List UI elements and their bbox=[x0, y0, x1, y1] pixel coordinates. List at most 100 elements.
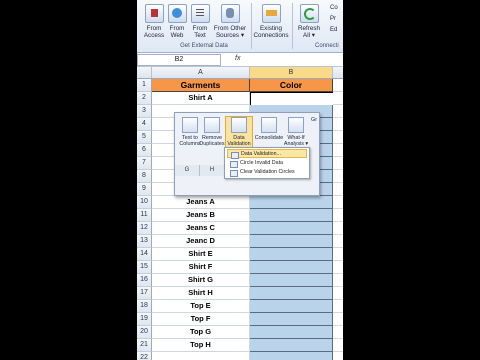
cell-garment[interactable]: Shirt G bbox=[152, 274, 250, 287]
cell-c[interactable] bbox=[333, 79, 343, 92]
row-header[interactable]: 7 bbox=[137, 157, 152, 170]
what-if-analysis-button[interactable]: What-If Analysis ▾ bbox=[283, 117, 309, 148]
cell-color[interactable] bbox=[250, 339, 333, 352]
from-other-sources-button[interactable]: From Other Sources ▾ bbox=[213, 4, 247, 40]
cell-color[interactable] bbox=[250, 326, 333, 339]
cell-color[interactable] bbox=[250, 313, 333, 326]
row-header[interactable]: 4 bbox=[137, 118, 152, 131]
row-header[interactable]: 17 bbox=[137, 287, 152, 300]
properties-mini-button[interactable]: Pr bbox=[330, 16, 343, 27]
consolidate-button[interactable]: Consolidate bbox=[254, 117, 284, 141]
cell-color[interactable] bbox=[250, 222, 333, 235]
remove-duplicates-button[interactable]: Remove Duplicates bbox=[199, 117, 225, 148]
row-header[interactable]: 2 bbox=[137, 92, 152, 105]
menu-item-data-validation[interactable]: Data Validation... bbox=[227, 149, 307, 159]
existing-connections-line2: Connections bbox=[253, 32, 289, 40]
edit-links-mini-button[interactable]: Ed bbox=[330, 27, 343, 38]
row-header[interactable]: 12 bbox=[137, 222, 152, 235]
refresh-all-line1: Refresh bbox=[297, 25, 321, 32]
column-header-a[interactable]: A bbox=[152, 67, 250, 78]
row-header[interactable]: 9 bbox=[137, 183, 152, 196]
cell-garment[interactable]: Top G bbox=[152, 326, 250, 339]
row-header[interactable]: 8 bbox=[137, 170, 152, 183]
cell-garment[interactable]: Jeans C bbox=[152, 222, 250, 235]
cell-color[interactable] bbox=[250, 209, 333, 222]
name-box[interactable]: B2 bbox=[137, 54, 221, 66]
cell-c[interactable] bbox=[333, 131, 343, 144]
row-header[interactable]: 20 bbox=[137, 326, 152, 339]
cell-garment[interactable]: Shirt H bbox=[152, 287, 250, 300]
cell-garment[interactable] bbox=[152, 352, 250, 360]
cell-color[interactable] bbox=[250, 274, 333, 287]
table-row: 21 Top H bbox=[137, 339, 343, 352]
cell-garment[interactable]: Jeans A bbox=[152, 196, 250, 209]
row-header[interactable]: 21 bbox=[137, 339, 152, 352]
row-header[interactable]: 3 bbox=[137, 105, 152, 118]
header-cell-garments[interactable]: Garments bbox=[152, 79, 250, 92]
cell-garment[interactable]: Top E bbox=[152, 300, 250, 313]
cell-c[interactable] bbox=[333, 248, 343, 261]
row-header[interactable]: 16 bbox=[137, 274, 152, 287]
row-header[interactable]: 1 bbox=[137, 79, 152, 92]
cell-garment[interactable]: Shirt F bbox=[152, 261, 250, 274]
cell-garment[interactable]: Shirt A bbox=[152, 92, 250, 105]
group-button[interactable]: Gr bbox=[309, 117, 319, 123]
cell-color[interactable] bbox=[250, 92, 334, 106]
access-icon bbox=[144, 4, 164, 23]
cell-c[interactable] bbox=[333, 209, 343, 222]
column-header-b[interactable]: B bbox=[250, 67, 333, 78]
cell-c[interactable] bbox=[333, 118, 343, 131]
row-header[interactable]: 11 bbox=[137, 209, 152, 222]
connections-icon bbox=[261, 4, 281, 23]
cell-c[interactable] bbox=[333, 196, 343, 209]
cell-c[interactable] bbox=[333, 144, 343, 157]
row-header[interactable]: 14 bbox=[137, 248, 152, 261]
row-header[interactable]: 15 bbox=[137, 261, 152, 274]
cell-c[interactable] bbox=[333, 235, 343, 248]
from-text-button[interactable]: From Text bbox=[185, 4, 215, 40]
connections-mini-button[interactable]: Co bbox=[330, 5, 343, 16]
cell-c[interactable] bbox=[333, 183, 343, 196]
header-cell-color[interactable]: Color bbox=[250, 79, 333, 92]
cell-c[interactable] bbox=[333, 222, 343, 235]
cell-color[interactable] bbox=[250, 235, 333, 248]
cell-c[interactable] bbox=[333, 339, 343, 352]
row-header[interactable]: 18 bbox=[137, 300, 152, 313]
select-all-corner[interactable] bbox=[137, 67, 152, 78]
get-external-data-group-label: Get External Data bbox=[180, 43, 228, 49]
cell-color[interactable] bbox=[250, 300, 333, 313]
row-header[interactable]: 13 bbox=[137, 235, 152, 248]
cell-color[interactable] bbox=[250, 352, 333, 360]
cell-color[interactable] bbox=[250, 287, 333, 300]
cell-c[interactable] bbox=[333, 261, 343, 274]
cell-c[interactable] bbox=[333, 326, 343, 339]
existing-connections-button[interactable]: Existing Connections bbox=[253, 4, 289, 40]
cell-c[interactable] bbox=[333, 170, 343, 183]
row-header[interactable]: 19 bbox=[137, 313, 152, 326]
cell-color[interactable] bbox=[250, 196, 333, 209]
menu-item-clear-validation-circles[interactable]: Clear Validation Circles bbox=[227, 168, 307, 177]
cell-garment[interactable]: Top H bbox=[152, 339, 250, 352]
cell-color[interactable] bbox=[250, 248, 333, 261]
row-header[interactable]: 22 bbox=[137, 352, 152, 360]
menu-item-circle-invalid-data[interactable]: Circle Invalid Data bbox=[227, 159, 307, 168]
existing-connections-line1: Existing bbox=[259, 25, 283, 32]
cell-c[interactable] bbox=[333, 105, 343, 118]
cell-garment[interactable]: Shirt E bbox=[152, 248, 250, 261]
cell-c[interactable] bbox=[333, 352, 343, 360]
cell-c[interactable] bbox=[333, 313, 343, 326]
cell-c[interactable] bbox=[333, 300, 343, 313]
refresh-all-button[interactable]: Refresh All ▾ bbox=[294, 4, 324, 40]
cell-c[interactable] bbox=[333, 157, 343, 170]
row-header[interactable]: 6 bbox=[137, 144, 152, 157]
cell-garment[interactable]: Top F bbox=[152, 313, 250, 326]
cell-color[interactable] bbox=[250, 261, 333, 274]
cell-c[interactable] bbox=[333, 287, 343, 300]
cell-c[interactable] bbox=[333, 92, 343, 105]
cell-c[interactable] bbox=[333, 274, 343, 287]
fx-icon[interactable]: fx bbox=[235, 53, 240, 65]
row-header[interactable]: 10 bbox=[137, 196, 152, 209]
cell-garment[interactable]: Jeans B bbox=[152, 209, 250, 222]
cell-garment[interactable]: Jeanc D bbox=[152, 235, 250, 248]
row-header[interactable]: 5 bbox=[137, 131, 152, 144]
